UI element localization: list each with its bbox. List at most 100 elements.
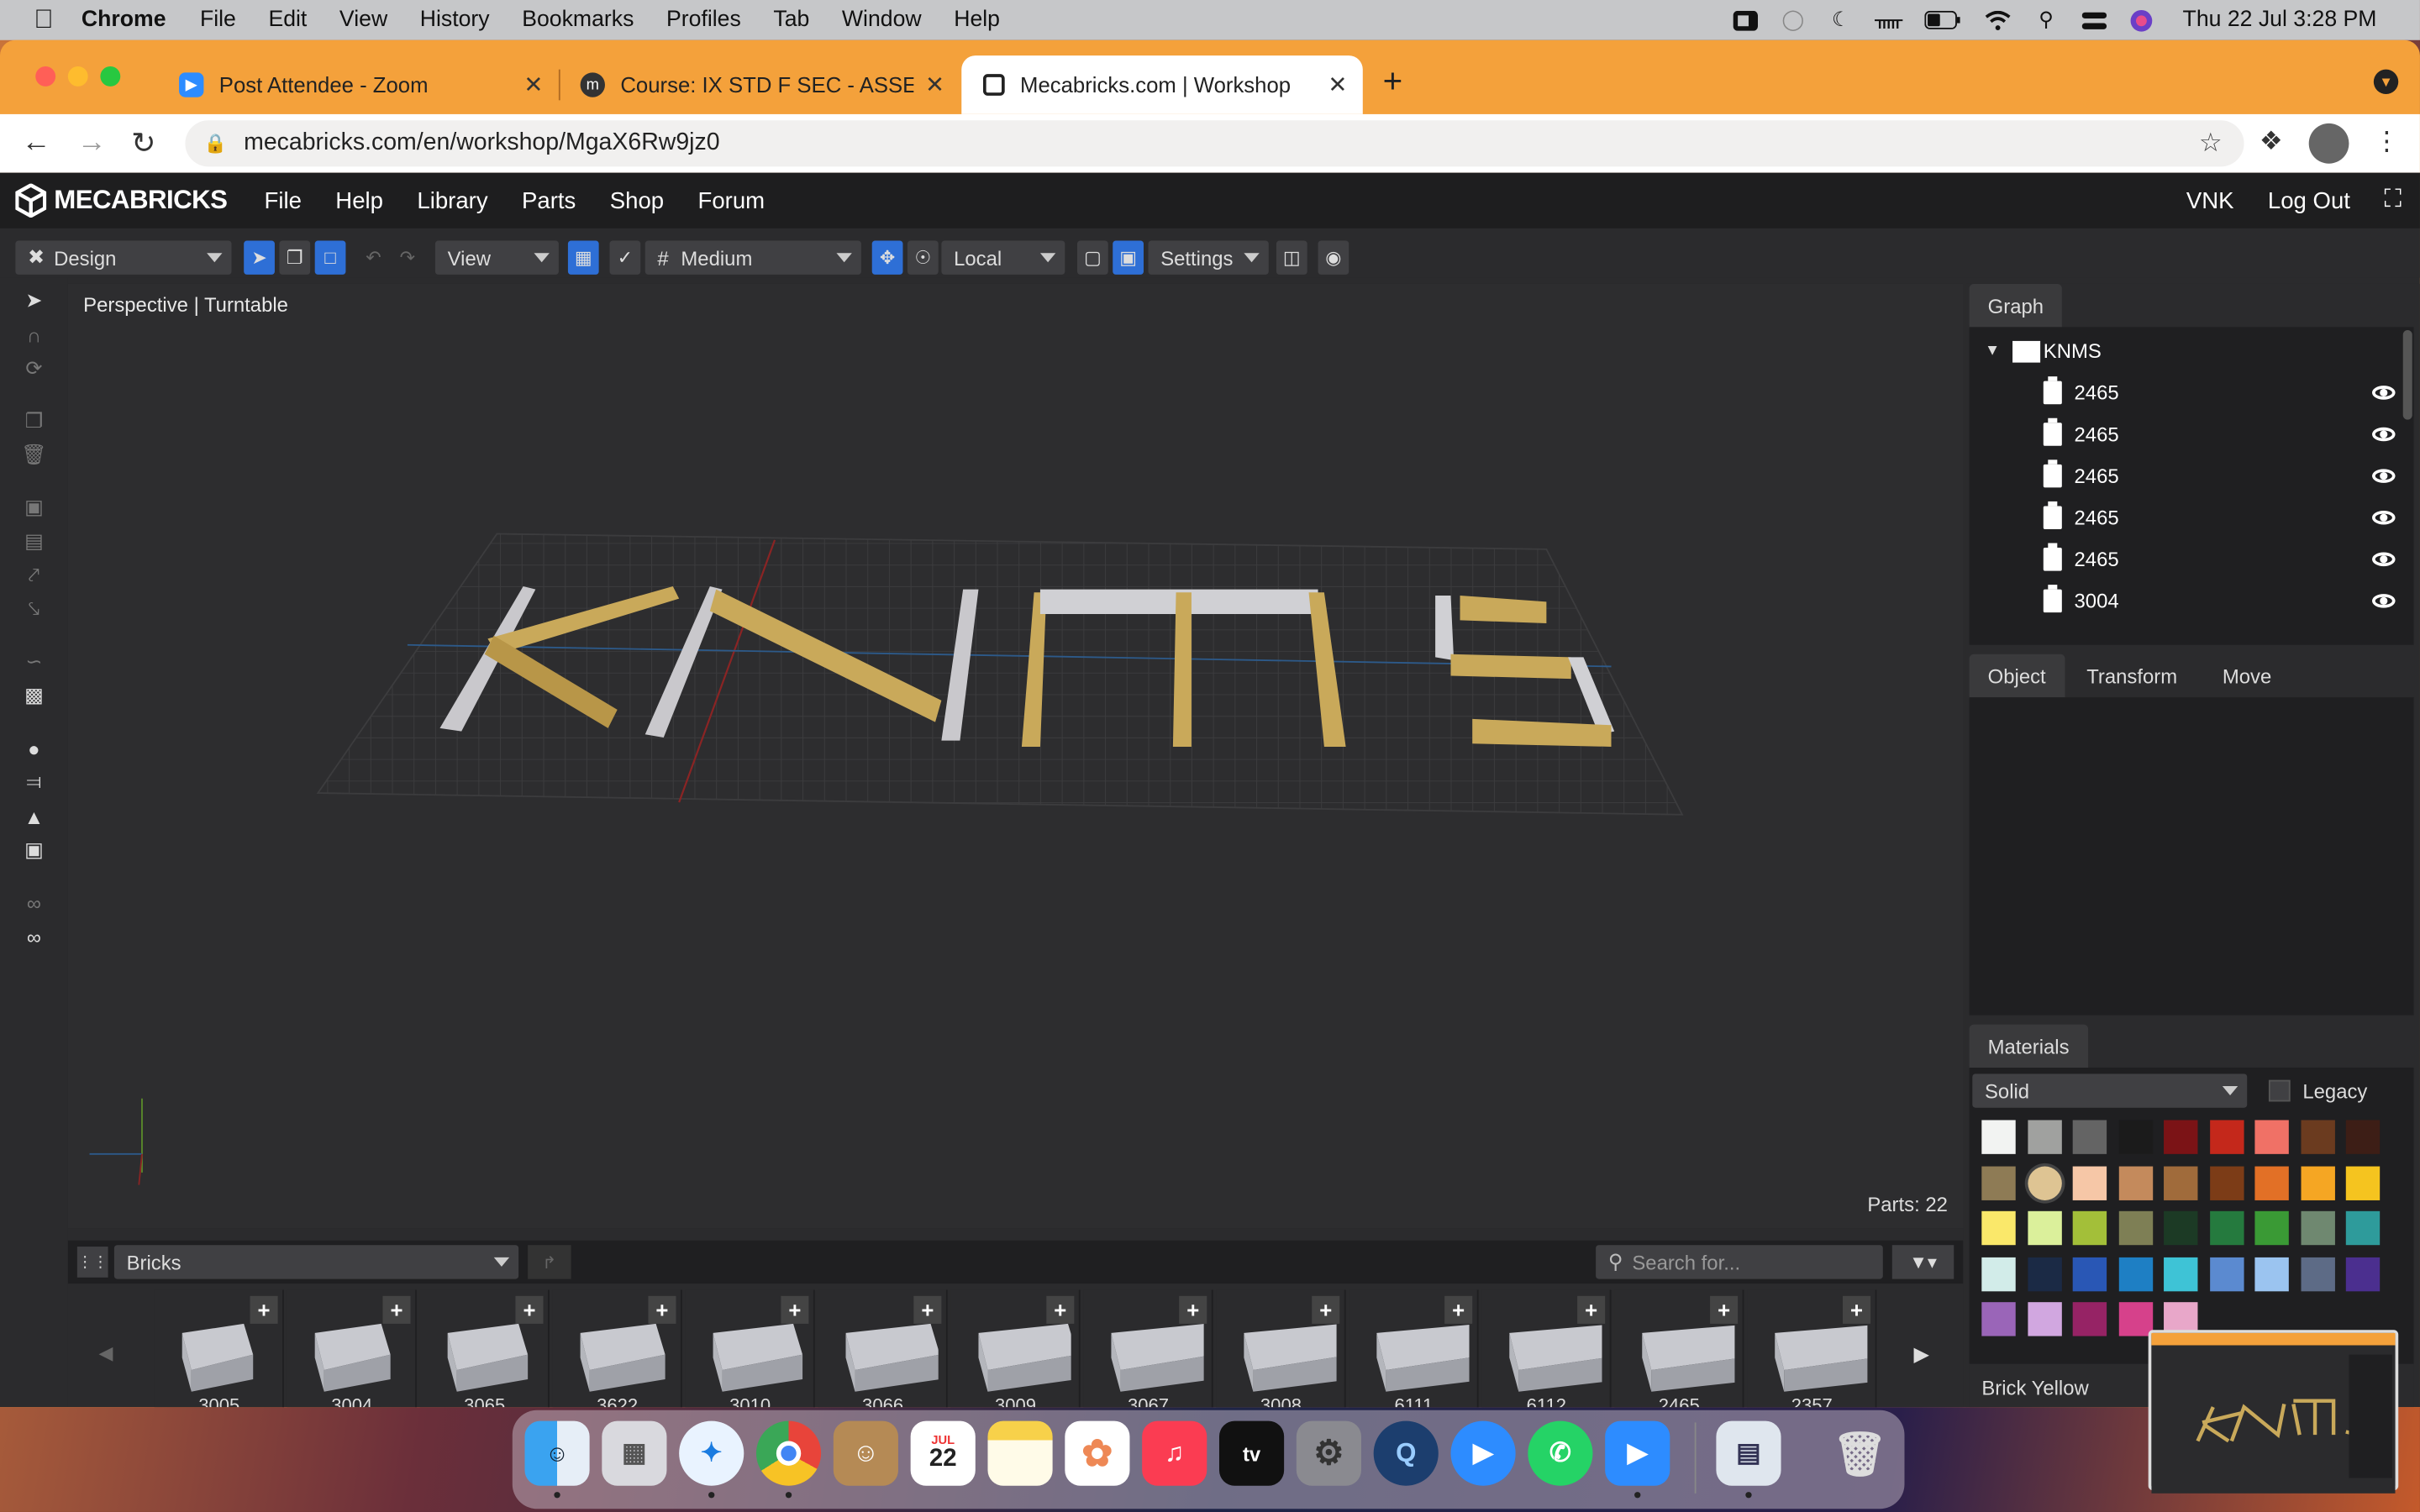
- close-tab-icon[interactable]: ✕: [523, 71, 543, 98]
- quicktime-icon[interactable]: Q: [1373, 1420, 1439, 1486]
- menu-edit[interactable]: Edit: [268, 8, 307, 32]
- clone-icon[interactable]: ❐: [18, 407, 50, 435]
- color-swatch[interactable]: [1981, 1165, 2016, 1200]
- graph-scrollbar[interactable]: [2402, 330, 2412, 420]
- part-item[interactable]: +3065: [419, 1289, 550, 1408]
- add-part-button[interactable]: +: [1577, 1295, 1606, 1324]
- color-swatch[interactable]: [2254, 1210, 2289, 1246]
- graph-item[interactable]: 2465: [1970, 455, 2417, 497]
- grid-icon[interactable]: ▦: [567, 240, 599, 275]
- color-swatch[interactable]: [2118, 1302, 2153, 1336]
- color-swatch[interactable]: [2027, 1210, 2061, 1246]
- graph-item[interactable]: 2465: [1970, 413, 2417, 455]
- part-item[interactable]: +6111: [1349, 1289, 1479, 1408]
- graph-item[interactable]: 2465: [1970, 372, 2417, 414]
- rotate-icon[interactable]: ⟳: [18, 354, 50, 382]
- menu-window[interactable]: Window: [842, 8, 922, 32]
- minimize-window-button[interactable]: [67, 66, 88, 87]
- graph-root[interactable]: ▼ KNMS: [1970, 330, 2417, 372]
- quality-select[interactable]: # Medium: [644, 240, 861, 275]
- nav-file[interactable]: File: [265, 187, 302, 213]
- pivot-axis-icon[interactable]: ⫤: [18, 769, 50, 796]
- tab-course[interactable]: m Course: IX STD F SEC - ASSES ✕: [559, 55, 960, 114]
- color-swatch[interactable]: [1981, 1120, 2016, 1154]
- video-camera-icon[interactable]: ▣: [18, 836, 50, 864]
- graph-item[interactable]: 2465: [1970, 538, 2417, 580]
- fullscreen-icon[interactable]: ⛶: [2384, 186, 2402, 214]
- axis-alt-icon[interactable]: ⤥: [18, 596, 50, 623]
- color-swatch[interactable]: [2072, 1210, 2107, 1246]
- extensions-icon[interactable]: ❖: [2260, 127, 2283, 158]
- part-item[interactable]: +2357: [1747, 1289, 1877, 1408]
- eye-icon[interactable]: [2372, 469, 2396, 483]
- reload-icon[interactable]: ↻: [131, 127, 155, 162]
- whatsapp-icon[interactable]: ✆: [1528, 1420, 1593, 1486]
- box-view-icon[interactable]: ▢: [1077, 240, 1108, 275]
- eye-icon[interactable]: [2372, 594, 2396, 608]
- light-icon[interactable]: ●: [18, 734, 50, 762]
- logout-link[interactable]: Log Out: [2268, 187, 2350, 213]
- category-up-icon[interactable]: ↱: [528, 1245, 571, 1279]
- tab-zoom[interactable]: ▶ Post Attendee - Zoom ✕: [157, 55, 559, 114]
- eye-icon[interactable]: [2372, 552, 2396, 567]
- back-icon[interactable]: ←: [22, 127, 51, 160]
- moon-icon[interactable]: ☾: [1828, 8, 1854, 31]
- color-swatch[interactable]: [2300, 1120, 2335, 1154]
- add-part-button[interactable]: +: [1843, 1295, 1871, 1324]
- part-item[interactable]: +3067: [1083, 1289, 1213, 1408]
- part-item[interactable]: +3622: [552, 1289, 682, 1408]
- eye-icon[interactable]: [2372, 386, 2396, 400]
- redo-icon[interactable]: ↷: [392, 241, 424, 275]
- tab-object[interactable]: Object: [1969, 654, 2065, 698]
- part-item[interactable]: +3008: [1216, 1289, 1346, 1408]
- spotlight-icon[interactable]: ⚲: [2033, 8, 2059, 31]
- pivot-icon[interactable]: ☉: [907, 240, 939, 275]
- color-swatch[interactable]: [2254, 1165, 2289, 1200]
- color-swatch[interactable]: [2072, 1302, 2107, 1336]
- menubar-app-name[interactable]: Chrome: [82, 8, 166, 32]
- battery-icon[interactable]: [1923, 9, 1964, 31]
- bluetooth-icon[interactable]: ᚅ: [1875, 8, 1902, 31]
- part-item[interactable]: +3010: [685, 1289, 815, 1408]
- add-part-button[interactable]: +: [1312, 1295, 1340, 1324]
- glasses-icon[interactable]: ∞: [18, 922, 50, 950]
- notes-icon[interactable]: [987, 1420, 1053, 1486]
- graph-item[interactable]: 2465: [1970, 496, 2417, 538]
- 3d-viewport[interactable]: Perspective | Turntable Parts: 22: [67, 283, 1964, 1229]
- color-swatch[interactable]: [2164, 1256, 2198, 1291]
- siri-icon[interactable]: [2128, 9, 2154, 31]
- mode-select[interactable]: ✖ Design: [15, 240, 232, 275]
- color-swatch[interactable]: [2345, 1120, 2381, 1154]
- color-swatch[interactable]: [2027, 1302, 2061, 1336]
- add-part-button[interactable]: +: [648, 1295, 676, 1324]
- undo-icon[interactable]: ↶: [358, 241, 389, 275]
- tab-graph[interactable]: Graph: [1969, 283, 2063, 328]
- legacy-checkbox[interactable]: [2268, 1079, 2291, 1102]
- menu-tab[interactable]: Tab: [773, 8, 809, 32]
- url-text[interactable]: mecabricks.com/en/workshop/MgaX6Rw9jz0: [244, 129, 719, 157]
- color-swatch[interactable]: [2345, 1165, 2381, 1200]
- part-item[interactable]: +3004: [287, 1289, 417, 1408]
- tab-materials[interactable]: Materials: [1969, 1024, 2088, 1068]
- loading-icon[interactable]: ◯: [1780, 8, 1806, 31]
- calendar-icon[interactable]: JUL 22: [910, 1420, 976, 1486]
- zoom-meeting-icon[interactable]: ▶: [1605, 1420, 1670, 1486]
- nav-parts[interactable]: Parts: [522, 187, 576, 213]
- magnet-icon[interactable]: ∩: [18, 321, 50, 349]
- stairs-icon[interactable]: ▩: [18, 682, 50, 710]
- part-item[interactable]: +3005: [154, 1289, 284, 1408]
- add-part-button[interactable]: +: [1046, 1295, 1075, 1324]
- menu-file[interactable]: File: [200, 8, 236, 32]
- color-swatch[interactable]: [2072, 1120, 2107, 1154]
- music-icon[interactable]: ♫: [1142, 1420, 1207, 1486]
- lock-icon[interactable]: 🔒: [203, 133, 226, 155]
- color-swatch[interactable]: [2027, 1165, 2061, 1200]
- scroll-right-icon[interactable]: ▶: [1914, 1342, 1929, 1367]
- save-icon[interactable]: ◫: [1276, 240, 1307, 275]
- color-swatch[interactable]: [2164, 1210, 2198, 1246]
- checkmark-icon[interactable]: ✓: [609, 240, 641, 275]
- preview-icon[interactable]: ▤: [1716, 1420, 1781, 1486]
- menu-history[interactable]: History: [420, 8, 490, 32]
- brick-category-select[interactable]: Bricks: [113, 1245, 519, 1279]
- move-gizmo-icon[interactable]: ✥: [871, 240, 903, 275]
